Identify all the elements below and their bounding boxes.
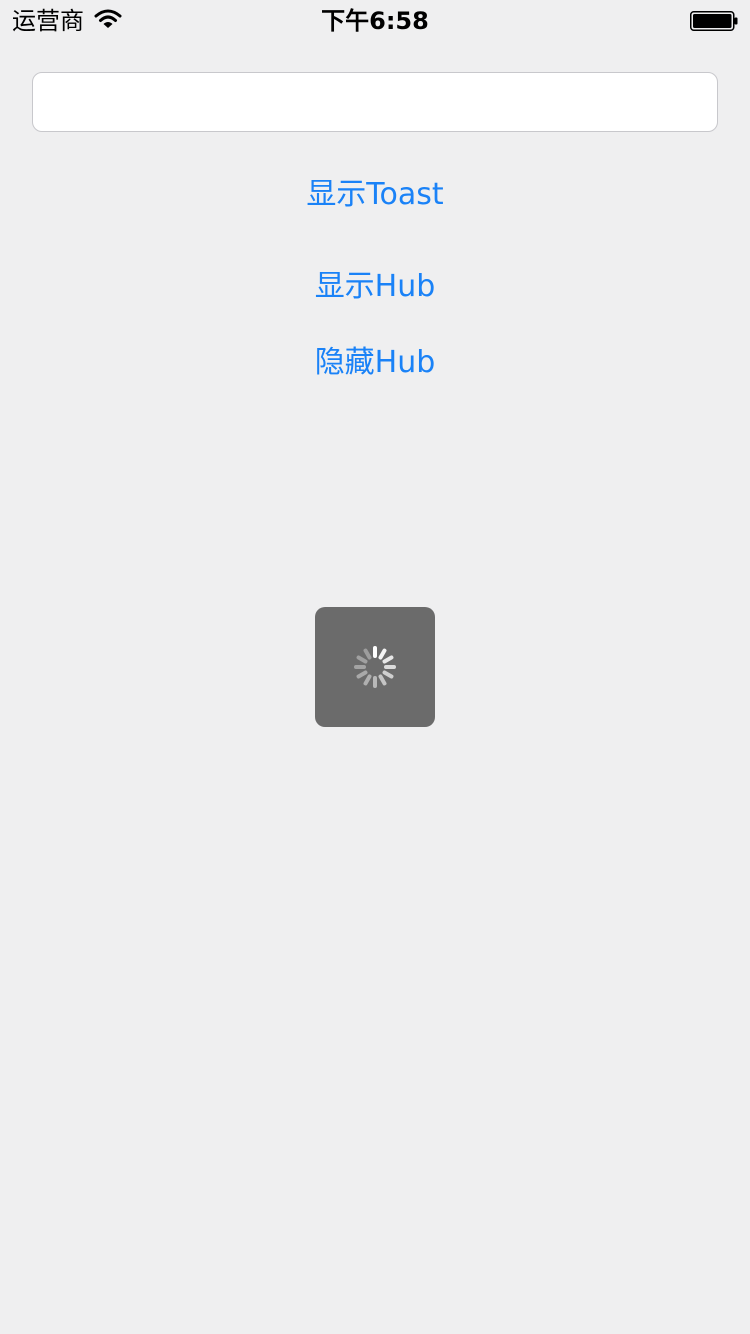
status-bar: 运营商 下午6:58 xyxy=(0,0,750,40)
show-hub-button[interactable]: 显示Hub xyxy=(0,267,750,307)
hide-hub-button[interactable]: 隐藏Hub xyxy=(0,343,750,383)
battery-icon xyxy=(690,11,738,31)
status-time: 下午6:58 xyxy=(321,7,429,35)
text-input[interactable] xyxy=(32,72,718,132)
spinner-icon xyxy=(354,646,396,688)
app-screen: 运营商 下午6:58 显示Toast 显示Hub 隐藏Hub xyxy=(0,0,750,1334)
show-toast-button[interactable]: 显示Toast xyxy=(0,175,750,215)
progress-hud xyxy=(315,607,435,727)
